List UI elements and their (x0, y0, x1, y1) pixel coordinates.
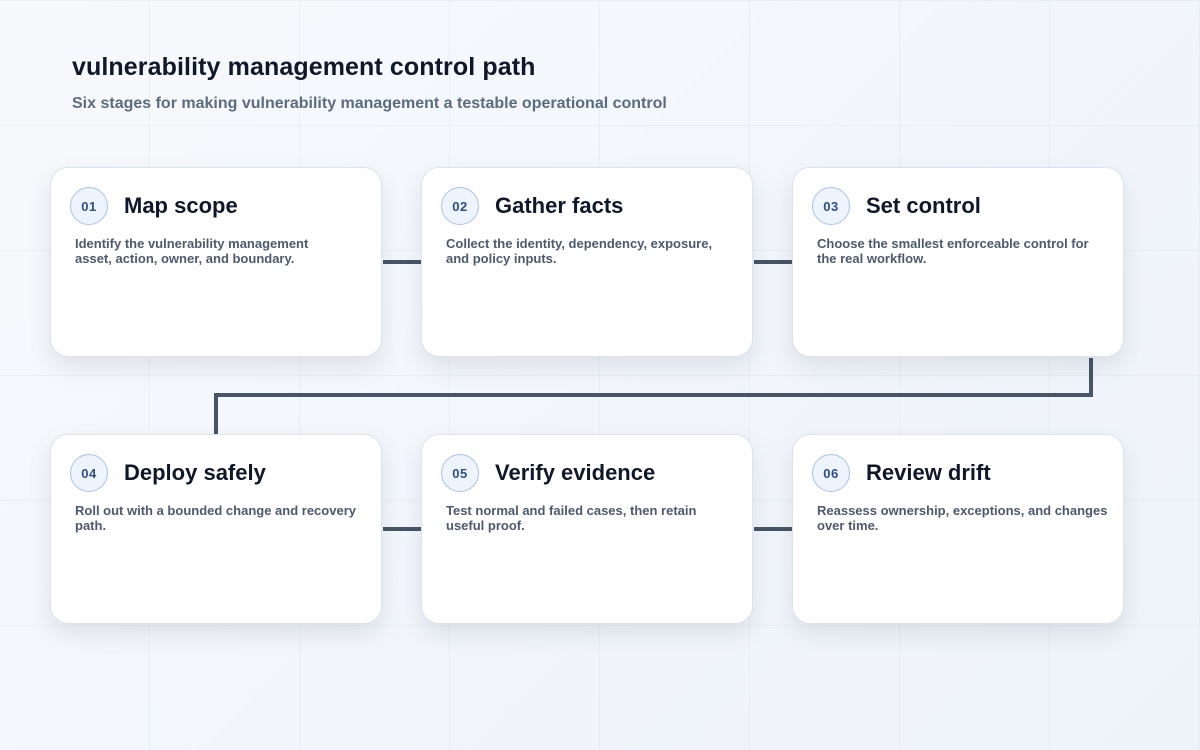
stage-card-verify-evidence: 05 Verify evidence Test normal and faile… (421, 434, 753, 624)
stage-number-badge: 05 (441, 454, 479, 492)
stage-description: Test normal and failed cases, then retai… (446, 503, 697, 533)
stage-title: Map scope (124, 193, 238, 218)
stage-title: Gather facts (495, 193, 624, 218)
stage-card-gather-facts: 02 Gather facts Collect the identity, de… (421, 167, 753, 357)
stage-title: Set control (866, 193, 981, 218)
stage-description: Identify the vulnerability management as… (75, 236, 309, 266)
stage-description: Choose the smallest enforceable control … (817, 236, 1089, 266)
stage-card-review-drift: 06 Review drift Reassess ownership, exce… (792, 434, 1124, 624)
stage-number-badge: 06 (812, 454, 850, 492)
stage-description: Reassess ownership, exceptions, and chan… (817, 503, 1108, 533)
stage-number-badge: 04 (70, 454, 108, 492)
stage-number-badge: 02 (441, 187, 479, 225)
stage-card-set-control: 03 Set control Choose the smallest enfor… (792, 167, 1124, 357)
flow-connectors (214, 260, 1093, 531)
connector-03-04 (214, 358, 1093, 434)
stage-title: Deploy safely (124, 460, 266, 485)
stage-title: Review drift (866, 460, 991, 485)
stage-number-badge: 03 (812, 187, 850, 225)
stage-description: Roll out with a bounded change and recov… (75, 503, 356, 533)
stage-number-badge: 01 (70, 187, 108, 225)
stage-description: Collect the identity, dependency, exposu… (446, 236, 713, 266)
stage-card-map-scope: 01 Map scope Identify the vulnerability … (50, 167, 382, 357)
stage-title: Verify evidence (495, 460, 656, 485)
stage-card-deploy-safely: 04 Deploy safely Roll out with a bounded… (50, 434, 382, 624)
